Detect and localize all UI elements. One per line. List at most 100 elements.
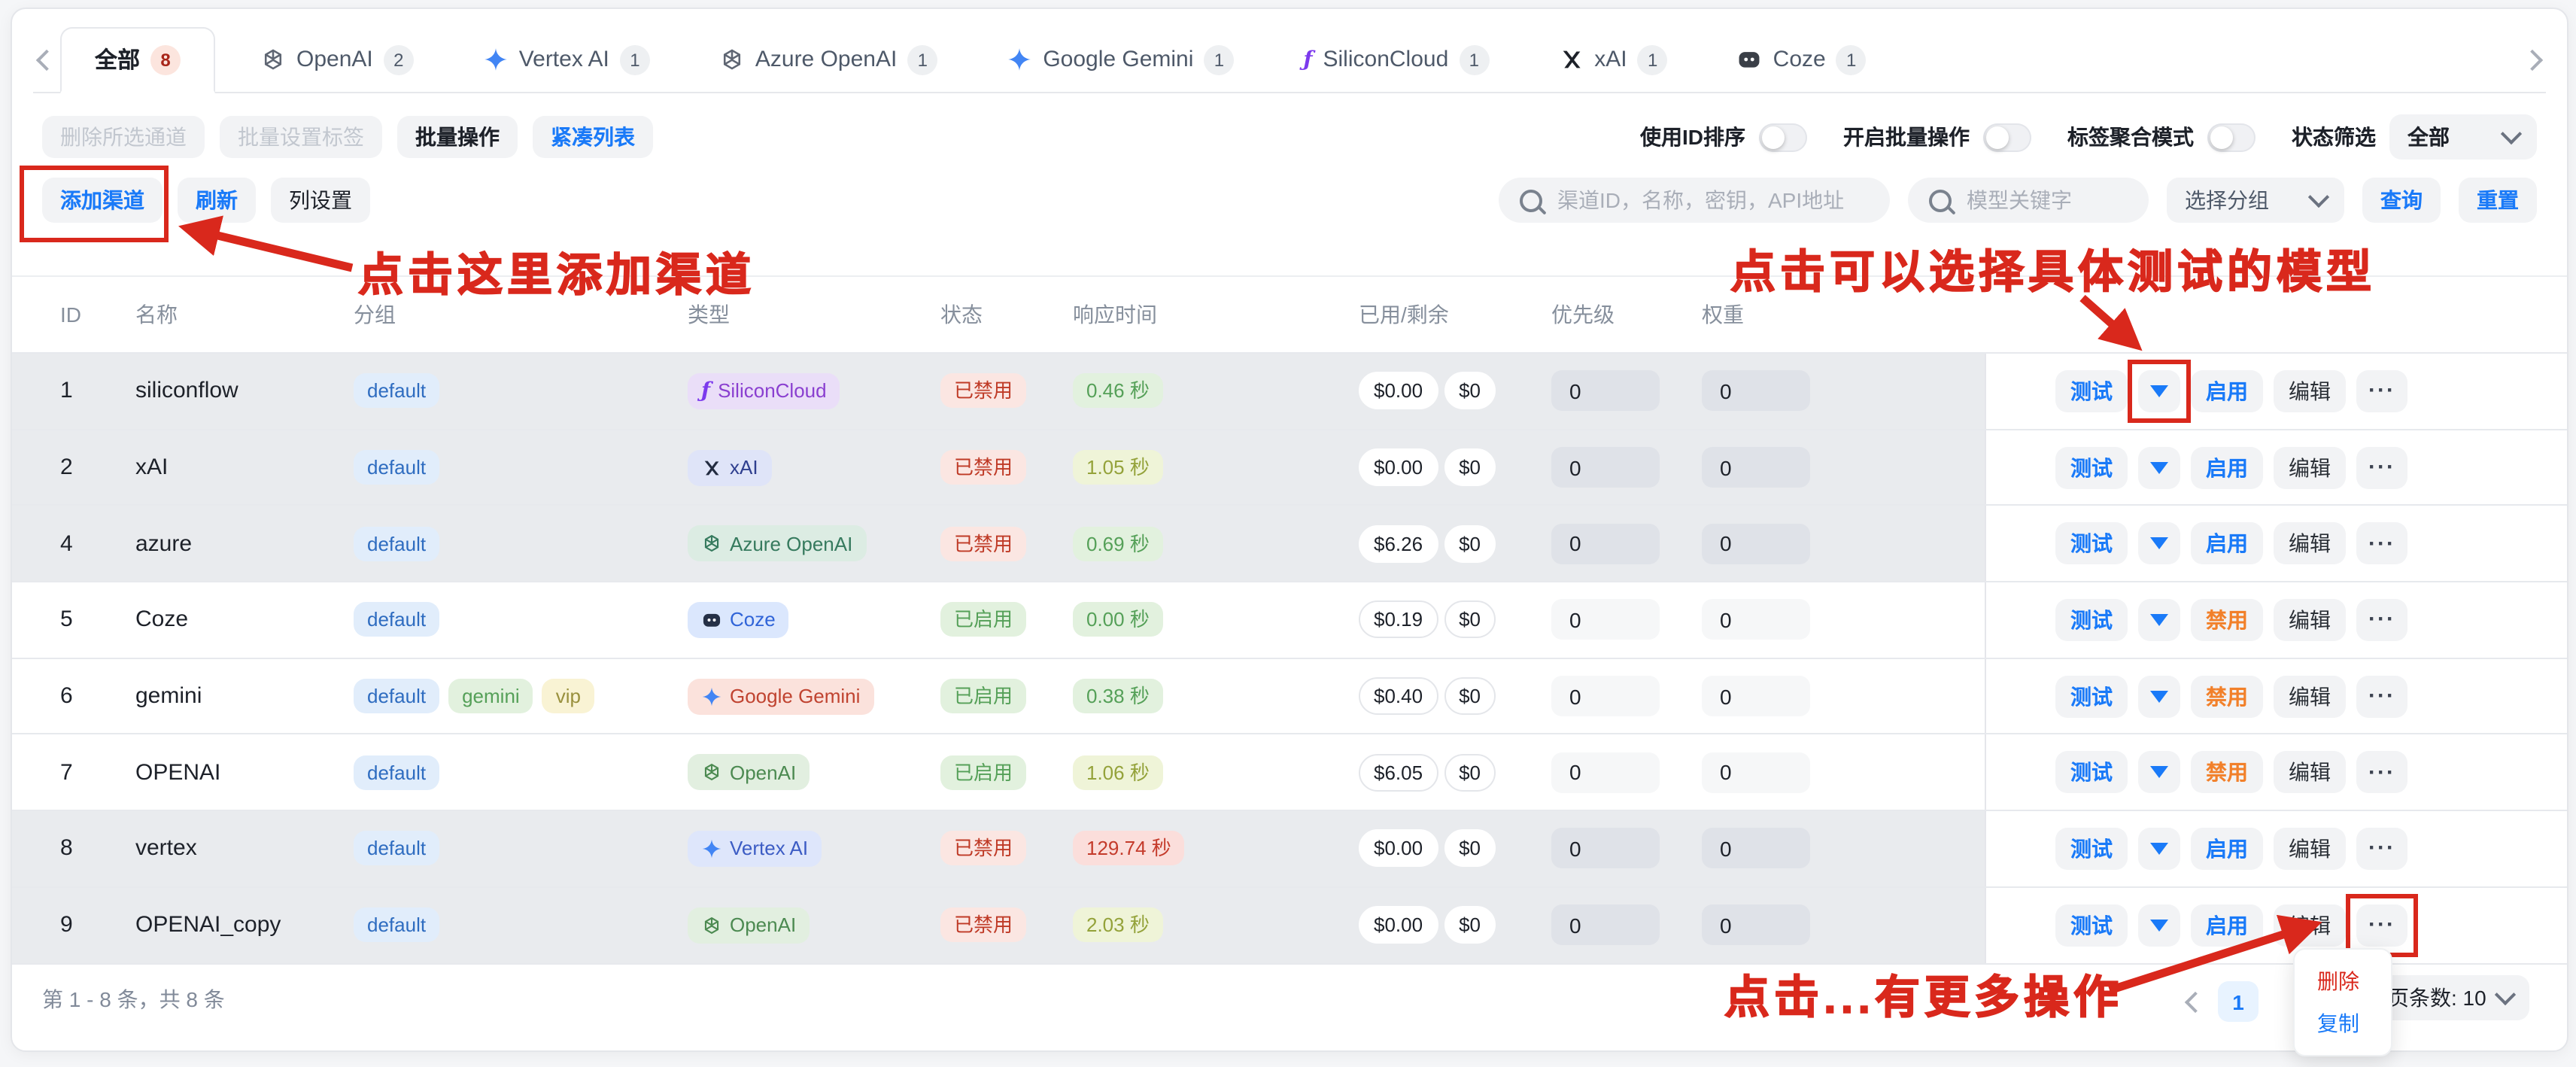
tab-Vertex AI[interactable]: Vertex AI 1 [459, 27, 674, 92]
test-button[interactable]: 测试 [2055, 446, 2128, 488]
test-model-dropdown-button[interactable] [2138, 828, 2180, 870]
test-button[interactable]: 测试 [2055, 904, 2128, 946]
pagination-summary: 第 1 - 8 条，共 8 条 [42, 984, 225, 1014]
more-actions-button[interactable]: ··· [2356, 446, 2407, 488]
response-time-badge[interactable]: 0.38 秒 [1073, 679, 1163, 713]
weight-input[interactable]: 0 [1702, 523, 1810, 564]
test-model-dropdown-button[interactable] [2138, 446, 2180, 488]
tab-scroll-right-icon[interactable] [2519, 27, 2546, 92]
priority-input[interactable]: 0 [1551, 904, 1660, 945]
header-name: 名称 [117, 299, 336, 329]
tab-Azure OpenAI[interactable]: Azure OpenAI 1 [695, 27, 961, 92]
priority-input[interactable]: 0 [1551, 523, 1660, 564]
test-button[interactable]: 测试 [2055, 599, 2128, 641]
test-model-dropdown-button[interactable] [2138, 599, 2180, 641]
test-button[interactable]: 测试 [2055, 752, 2128, 794]
edit-button[interactable]: 编辑 [2274, 675, 2346, 717]
more-actions-button[interactable]: ··· [2356, 904, 2407, 946]
test-model-dropdown-button[interactable] [2138, 675, 2180, 717]
toggle-status-button[interactable]: 禁用 [2191, 675, 2263, 717]
priority-input[interactable]: 0 [1551, 752, 1660, 793]
tab-全部[interactable]: 全部 8 [60, 27, 215, 93]
tab-count-badge: 1 [907, 44, 937, 74]
test-model-dropdown-button[interactable] [2138, 522, 2180, 564]
response-time-badge[interactable]: 0.00 秒 [1073, 603, 1163, 637]
edit-button[interactable]: 编辑 [2274, 446, 2346, 488]
compact-list-button[interactable]: 紧凑列表 [533, 116, 653, 158]
edit-button[interactable]: 编辑 [2274, 904, 2346, 946]
toggle-status-button[interactable]: 禁用 [2191, 752, 2263, 794]
status-badge: 已启用 [940, 679, 1026, 713]
toggle-status-button[interactable]: 禁用 [2191, 599, 2263, 641]
response-time-badge[interactable]: 129.74 秒 [1073, 831, 1185, 866]
prev-page-button[interactable] [2188, 990, 2203, 1017]
tab-OpenAI[interactable]: OpenAI 2 [236, 27, 438, 92]
edit-button[interactable]: 编辑 [2274, 828, 2346, 870]
tag-aggregate-toggle[interactable] [2207, 123, 2256, 151]
test-model-dropdown-button[interactable] [2138, 370, 2180, 412]
priority-input[interactable]: 0 [1551, 371, 1660, 412]
tab-xAI[interactable]: xAI 1 [1534, 27, 1691, 92]
group-select[interactable]: 选择分组 [2167, 178, 2344, 223]
test-button[interactable]: 测试 [2055, 370, 2128, 412]
query-button[interactable]: 查询 [2362, 178, 2441, 223]
enable-batch-toggle[interactable] [1983, 123, 2031, 151]
weight-input[interactable]: 0 [1702, 828, 1810, 869]
priority-input[interactable]: 0 [1551, 828, 1660, 869]
more-actions-button[interactable]: ··· [2356, 828, 2407, 870]
toggle-status-button[interactable]: 启用 [2191, 370, 2263, 412]
edit-button[interactable]: 编辑 [2274, 522, 2346, 564]
weight-input[interactable]: 0 [1702, 600, 1810, 640]
weight-input[interactable]: 0 [1702, 371, 1810, 412]
response-time-badge[interactable]: 0.46 秒 [1073, 374, 1163, 409]
more-actions-button[interactable]: ··· [2356, 752, 2407, 794]
reset-button[interactable]: 重置 [2459, 178, 2537, 223]
test-button[interactable]: 测试 [2055, 828, 2128, 870]
more-actions-button[interactable]: ··· [2356, 675, 2407, 717]
more-actions-button[interactable]: ··· [2356, 370, 2407, 412]
model-keyword-input[interactable] [1964, 187, 2128, 214]
test-button[interactable]: 测试 [2055, 522, 2128, 564]
tab-Coze[interactable]: Coze 1 [1713, 27, 1891, 92]
test-model-dropdown-button[interactable] [2138, 904, 2180, 946]
status-filter-select[interactable]: 全部 [2389, 114, 2537, 160]
column-settings-button[interactable]: 列设置 [271, 178, 370, 223]
tab-scroll-left-icon[interactable] [33, 27, 60, 92]
toggle-status-button[interactable]: 启用 [2191, 828, 2263, 870]
priority-input[interactable]: 0 [1551, 447, 1660, 488]
refresh-button[interactable]: 刷新 [178, 178, 256, 223]
menu-item-copy[interactable]: 复制 [2295, 1002, 2391, 1044]
tab-label: Google Gemini [1043, 47, 1193, 72]
batch-set-tags-button[interactable]: 批量设置标签 [220, 116, 382, 158]
more-actions-button[interactable]: ··· [2356, 522, 2407, 564]
weight-input[interactable]: 0 [1702, 676, 1810, 716]
edit-button[interactable]: 编辑 [2274, 370, 2346, 412]
toggle-status-button[interactable]: 启用 [2191, 904, 2263, 946]
channel-search-input[interactable] [1554, 187, 1869, 214]
menu-item-delete[interactable]: 删除 [2295, 960, 2391, 1002]
weight-input[interactable]: 0 [1702, 752, 1810, 793]
toggle-status-button[interactable]: 启用 [2191, 446, 2263, 488]
test-button[interactable]: 测试 [2055, 675, 2128, 717]
priority-input[interactable]: 0 [1551, 600, 1660, 640]
toggle-status-button[interactable]: 启用 [2191, 522, 2263, 564]
use-id-sort-toggle[interactable] [1759, 123, 1807, 151]
test-model-dropdown-button[interactable] [2138, 752, 2180, 794]
edit-button[interactable]: 编辑 [2274, 752, 2346, 794]
weight-input[interactable]: 0 [1702, 904, 1810, 945]
more-actions-button[interactable]: ··· [2356, 599, 2407, 641]
response-time-badge[interactable]: 0.69 秒 [1073, 526, 1163, 561]
delete-selected-button[interactable]: 删除所选通道 [42, 116, 205, 158]
edit-button[interactable]: 编辑 [2274, 599, 2346, 641]
channel-type-tag: xAI [688, 449, 772, 485]
batch-ops-button[interactable]: 批量操作 [397, 116, 518, 158]
priority-input[interactable]: 0 [1551, 676, 1660, 716]
response-time-badge[interactable]: 1.06 秒 [1073, 755, 1163, 790]
tab-SiliconCloud[interactable]: ƒ SiliconCloud 1 [1279, 27, 1513, 92]
response-time-badge[interactable]: 1.05 秒 [1073, 450, 1163, 485]
page-1-button[interactable]: 1 [2218, 981, 2259, 1022]
weight-input[interactable]: 0 [1702, 447, 1810, 488]
group-tag: vip [542, 679, 594, 713]
tab-Google Gemini[interactable]: Google Gemini 1 [983, 27, 1258, 92]
response-time-badge[interactable]: 2.03 秒 [1073, 907, 1163, 942]
